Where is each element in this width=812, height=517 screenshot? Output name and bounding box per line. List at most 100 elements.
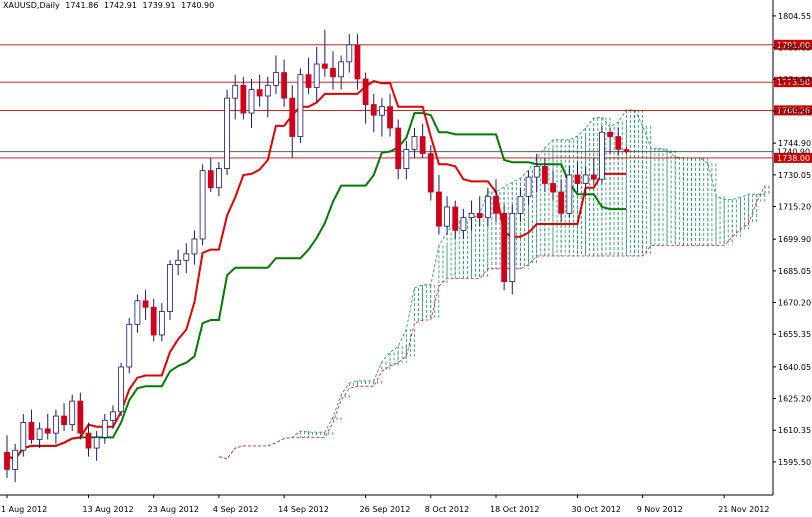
candle-body	[493, 195, 499, 214]
x-tick-label: 26 Sep 2012	[360, 505, 411, 514]
candle-body	[224, 97, 230, 169]
candle-body	[525, 176, 532, 197]
candle-body	[452, 206, 459, 231]
candle-body	[517, 195, 524, 214]
candle-body	[599, 131, 605, 180]
candle-body	[574, 174, 581, 184]
candle-body	[305, 74, 312, 88]
candle-body	[411, 136, 418, 150]
candle-body	[623, 149, 630, 153]
candle-body	[354, 44, 361, 80]
candle-body	[509, 212, 516, 283]
candle-body	[607, 131, 613, 137]
x-tick-label: 1 Aug 2012	[1, 505, 47, 514]
candle-body	[460, 217, 467, 231]
price-chart[interactable]: 1791.001773.501760.261740.901738.00 1804…	[0, 0, 812, 517]
candle-body	[566, 174, 573, 214]
candle-body	[44, 428, 51, 434]
candle-body	[427, 153, 434, 193]
candle-body	[281, 72, 288, 99]
candle-body	[20, 422, 27, 451]
candle-body	[590, 174, 597, 180]
candle-body	[403, 148, 410, 169]
candle-body	[215, 168, 222, 189]
x-tick-label: 18 Oct 2012	[490, 505, 539, 514]
candle-body	[387, 106, 393, 129]
y-tick-label: 1789.65	[778, 44, 811, 53]
y-tick-label: 1625.20	[778, 395, 811, 404]
tenkan-line	[6, 80, 627, 460]
candle-body	[142, 300, 149, 308]
x-tick-label: 8 Oct 2012	[425, 505, 469, 514]
candle-body	[264, 84, 271, 97]
candle-body	[362, 78, 369, 105]
y-tick-label: 1699.90	[778, 235, 811, 244]
candle-body	[77, 400, 84, 434]
candle-body	[150, 306, 157, 336]
x-tick-label: 9 Nov 2012	[637, 505, 683, 514]
candle-body	[436, 191, 442, 227]
candle-body	[615, 136, 622, 150]
candle-body	[93, 436, 100, 449]
y-tick-label: 1759.90	[778, 107, 811, 116]
candle-body	[533, 166, 540, 178]
y-tick-label: 1774.80	[778, 75, 811, 84]
kijun-line	[6, 112, 627, 460]
candle-body	[36, 428, 43, 440]
candle-body	[183, 253, 190, 261]
candle-body	[118, 366, 124, 413]
candle-body	[248, 89, 255, 114]
y-tick-label: 1685.05	[778, 267, 811, 276]
candle-body	[321, 63, 328, 69]
candle-body	[126, 323, 133, 368]
candle-body	[297, 74, 304, 137]
cloud-span-b	[218, 185, 766, 460]
candle-body	[501, 212, 508, 283]
x-tick-label: 13 Aug 2012	[83, 505, 134, 514]
candle-body	[550, 183, 556, 193]
candle-body	[191, 238, 198, 255]
y-tick-label: 1715.20	[778, 203, 811, 212]
candle-body	[256, 89, 263, 97]
candle-body	[582, 174, 589, 184]
ichimoku-cloud	[218, 109, 770, 460]
y-tick-label: 1670.20	[778, 299, 811, 308]
candle-body	[558, 191, 565, 214]
candle-body	[232, 84, 239, 99]
y-tick-label: 1730.05	[778, 171, 811, 180]
candle-body	[61, 415, 67, 425]
x-tick-label: 21 Nov 2012	[718, 505, 769, 514]
y-tick-label: 1744.90	[778, 139, 811, 148]
candle-body	[134, 300, 141, 325]
level-label: 1738.00	[777, 154, 810, 163]
candle-body	[330, 67, 336, 78]
candle-body	[240, 84, 247, 114]
x-tick-label: 14 Sep 2012	[278, 505, 329, 514]
candle-body	[346, 44, 353, 63]
candle-body	[313, 63, 320, 88]
candle-body	[207, 170, 214, 189]
candle-body	[110, 411, 116, 421]
candle-body	[370, 104, 377, 116]
candle-body	[395, 127, 402, 169]
candle-body	[338, 61, 345, 78]
y-tick-label: 1655.35	[778, 330, 811, 339]
candle-body	[28, 422, 35, 440]
y-tick-label: 1804.55	[778, 12, 811, 21]
candle-body	[199, 170, 206, 240]
candle-body	[12, 449, 19, 470]
candle-body	[542, 166, 548, 184]
candle-body	[69, 400, 76, 425]
candle-body	[101, 419, 108, 438]
candle-body	[273, 72, 279, 86]
candle-body	[476, 212, 483, 219]
x-tick-label: 30 Oct 2012	[572, 505, 621, 514]
candle-body	[158, 311, 165, 336]
candle-body	[468, 212, 475, 219]
candle-body	[175, 259, 182, 265]
candle-body	[444, 206, 451, 227]
axes: 1804.55 1789.65 1774.80 1759.90 1744.90 1730.…	[0, 0, 811, 514]
candle-body	[419, 136, 426, 155]
candle-body	[4, 451, 10, 470]
candlesticks	[4, 29, 630, 483]
